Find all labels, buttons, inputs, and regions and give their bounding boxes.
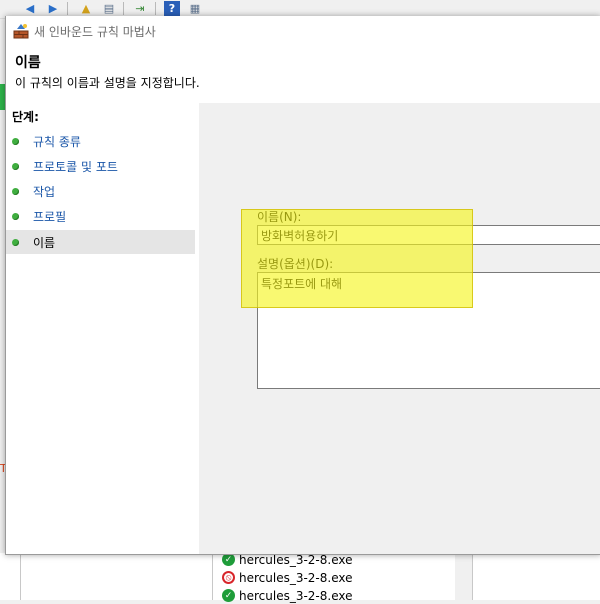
wizard-content-area: 이름(N): 설명(옵션)(D): 특정포트에 대해	[199, 103, 600, 554]
toolbar-separator	[123, 2, 124, 15]
console-tree-icon[interactable]: ▤	[101, 1, 117, 16]
step-name-current[interactable]: 이름	[6, 230, 195, 254]
page-description: 이 규칙의 이름과 설명을 지정합니다.	[15, 76, 200, 90]
step-label: 이름	[33, 235, 56, 250]
dialog-title: 새 인바운드 규칙 마법사	[34, 25, 156, 39]
step-bullet-icon	[12, 212, 19, 220]
toolbar-separator	[155, 2, 156, 15]
page-title: 이름	[15, 55, 41, 71]
step-bullet-icon	[12, 137, 19, 145]
rule-description-textarea[interactable]: 특정포트에 대해	[257, 272, 600, 389]
background-left-panel	[20, 555, 209, 600]
properties-icon[interactable]: ▦	[187, 1, 203, 16]
folder-up-icon[interactable]: ▲	[78, 1, 94, 16]
step-label: 작업	[33, 184, 56, 199]
list-item[interactable]: ✓ hercules_3-2-8.exe	[222, 587, 353, 604]
step-bullet-icon	[12, 162, 19, 170]
background-rule-list: ✓ hercules_3-2-8.exe ⦸ hercules_3-2-8.ex…	[212, 550, 456, 603]
step-label: 프로필	[33, 209, 67, 224]
help-icon[interactable]: ?	[164, 1, 180, 16]
wizard-steps-panel: 단계: 규칙 종류 프로토콜 및 포트 작업 프로필 이름	[6, 103, 199, 554]
step-profile[interactable]: 프로필	[6, 204, 195, 228]
name-field-label: 이름(N):	[257, 210, 302, 224]
step-label: 프로토콜 및 포트	[33, 159, 118, 174]
step-rule-type[interactable]: 규칙 종류	[6, 129, 195, 153]
block-circle-icon: ⦸	[222, 571, 235, 584]
background-scrollbar[interactable]	[455, 555, 473, 600]
description-field-label: 설명(옵션)(D):	[257, 257, 334, 271]
steps-heading: 단계:	[12, 110, 39, 124]
back-arrow-icon[interactable]: ◀	[22, 1, 38, 16]
list-item[interactable]: ⦸ hercules_3-2-8.exe	[222, 569, 353, 586]
list-item-label: hercules_3-2-8.exe	[239, 570, 353, 585]
rule-name-input[interactable]	[257, 225, 600, 245]
allow-check-icon: ✓	[222, 589, 235, 602]
step-protocol-and-ports[interactable]: 프로토콜 및 포트	[6, 154, 195, 178]
list-item-label: hercules_3-2-8.exe	[239, 588, 353, 603]
step-bullet-icon	[12, 187, 19, 195]
forward-arrow-icon[interactable]: ▶	[45, 1, 61, 16]
step-action[interactable]: 작업	[6, 179, 195, 203]
step-bullet-icon	[12, 238, 19, 246]
firewall-wizard-icon	[13, 24, 29, 39]
new-inbound-rule-wizard: 새 인바운드 규칙 마법사 이름 이 규칙의 이름과 설명을 지정합니다. 단계…	[5, 16, 600, 555]
dialog-titlebar[interactable]: 새 인바운드 규칙 마법사	[6, 16, 600, 46]
export-list-icon[interactable]: ⇥	[132, 1, 148, 16]
toolbar-separator	[67, 2, 68, 15]
step-label: 규칙 종류	[33, 134, 81, 149]
